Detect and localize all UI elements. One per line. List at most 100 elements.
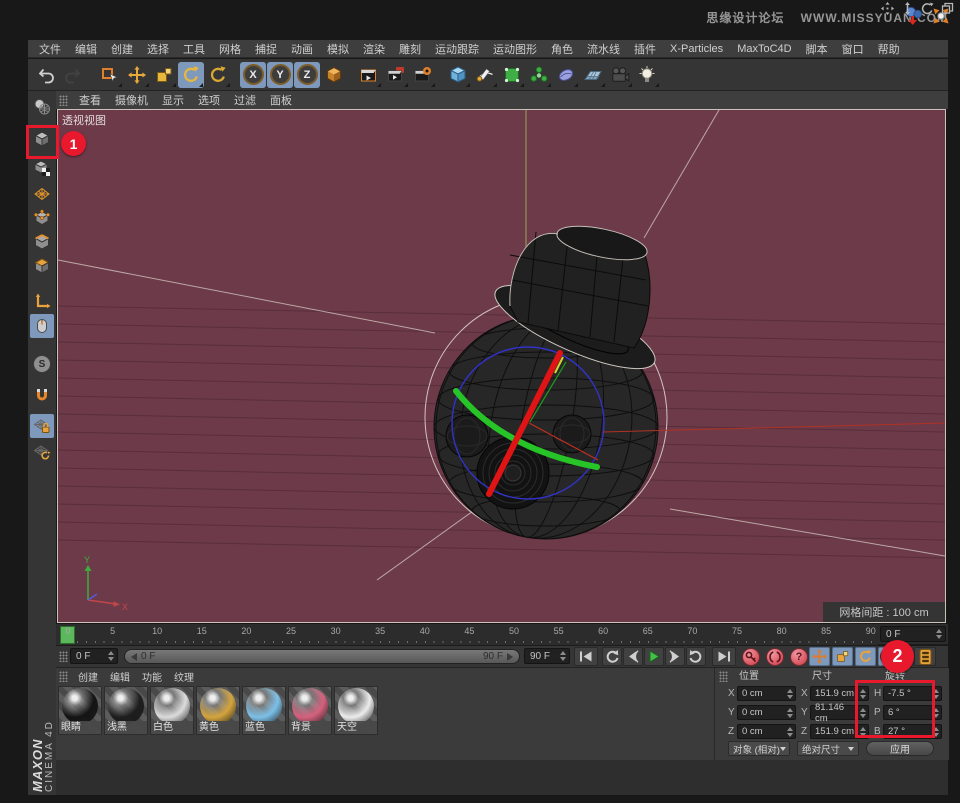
next-key-button[interactable] (665, 647, 685, 666)
cycle-backward-button[interactable] (602, 647, 622, 666)
menu-运动跟踪[interactable]: 运动跟踪 (428, 41, 486, 57)
keyframe-rotation-button[interactable] (855, 647, 876, 666)
points-mode-button[interactable] (30, 206, 54, 230)
menu-动画[interactable]: 动画 (284, 41, 320, 57)
coord-value-field[interactable]: 0 cm (737, 724, 796, 739)
menu-工具[interactable]: 工具 (176, 41, 212, 57)
viewport-mouse-mode-button[interactable] (30, 314, 54, 338)
material-menu-纹理[interactable]: 纹理 (168, 669, 200, 684)
camera-button[interactable] (607, 62, 633, 88)
menu-渲染[interactable]: 渲染 (356, 41, 392, 57)
panel-grip-icon[interactable] (59, 95, 68, 106)
cube-primitive-button[interactable] (445, 62, 471, 88)
pan-view-button[interactable] (881, 2, 894, 15)
axis-lock-x-button[interactable]: X (240, 62, 266, 88)
menu-编辑[interactable]: 编辑 (68, 41, 104, 57)
zoom-view-button[interactable] (901, 2, 914, 15)
viewport-menu-过滤[interactable]: 过滤 (227, 92, 263, 108)
cloner-button[interactable] (526, 62, 552, 88)
enable-snap-button[interactable]: S (30, 352, 54, 376)
rotate-tool-button[interactable] (178, 62, 204, 88)
menu-选择[interactable]: 选择 (140, 41, 176, 57)
material-天空[interactable]: 天空 (334, 686, 378, 735)
autokey-toggle-button[interactable] (764, 647, 786, 666)
orbit-view-button[interactable] (921, 2, 934, 15)
align-workplane-button[interactable] (30, 440, 54, 464)
apply-button[interactable]: 应用 (866, 741, 934, 756)
material-黄色[interactable]: 黄色 (196, 686, 240, 735)
viewport-menu-显示[interactable]: 显示 (155, 92, 191, 108)
menu-脚本[interactable]: 脚本 (799, 41, 835, 57)
workplane-mode-button[interactable] (30, 182, 54, 206)
object-axis-mode-button[interactable] (30, 290, 54, 314)
move-tool-button[interactable] (124, 62, 150, 88)
menu-创建[interactable]: 创建 (104, 41, 140, 57)
redo-button[interactable] (60, 62, 86, 88)
spline-pen-button[interactable] (472, 62, 498, 88)
material-白色[interactable]: 白色 (150, 686, 194, 735)
viewport-3d[interactable]: Y X 透视视图 网格间距 : 100 cm (57, 109, 946, 623)
render-picture-viewer-button[interactable] (383, 62, 409, 88)
subdivision-surface-button[interactable] (499, 62, 525, 88)
coordinate-mode-dropdown[interactable]: 对象 (相对) (728, 741, 790, 756)
viewport-menu-面板[interactable]: 面板 (263, 92, 299, 108)
last-used-tool-button[interactable] (205, 62, 231, 88)
stepper-icon[interactable] (784, 708, 793, 718)
go-to-start-button[interactable] (574, 647, 598, 666)
material-蓝色[interactable]: 蓝色 (242, 686, 286, 735)
maximize-view-button[interactable] (941, 2, 954, 15)
stepper-icon[interactable] (105, 651, 114, 661)
previous-key-button[interactable] (623, 647, 643, 666)
panel-grip-icon[interactable] (59, 671, 68, 682)
viewport-menu-选项[interactable]: 选项 (191, 92, 227, 108)
menu-文件[interactable]: 文件 (32, 41, 68, 57)
range-right-cap-icon[interactable] (507, 653, 513, 661)
axis-lock-z-button[interactable]: Z (294, 62, 320, 88)
menu-X-Particles[interactable]: X-Particles (663, 43, 730, 55)
render-view-button[interactable] (356, 62, 382, 88)
material-背景[interactable]: 背景 (288, 686, 332, 735)
axis-lock-y-button[interactable]: Y (267, 62, 293, 88)
current-frame-input[interactable]: 0 F (880, 626, 946, 642)
record-question-button[interactable]: ? (788, 647, 810, 666)
edges-mode-button[interactable] (30, 230, 54, 254)
size-mode-dropdown[interactable]: 绝对尺寸 (797, 741, 859, 756)
material-眼睛[interactable]: 眼睛 (58, 686, 102, 735)
menu-网格[interactable]: 网格 (212, 41, 248, 57)
stepper-icon[interactable] (933, 629, 942, 639)
menu-帮助[interactable]: 帮助 (871, 41, 907, 57)
material-menu-编辑[interactable]: 编辑 (104, 669, 136, 684)
material-浅黑[interactable]: 浅黑 (104, 686, 148, 735)
keyframe-selection-button[interactable] (914, 647, 936, 666)
viewport-menu-摄像机[interactable]: 摄像机 (108, 92, 155, 108)
coord-value-field[interactable]: 0 cm (737, 686, 796, 701)
menu-运动图形[interactable]: 运动图形 (486, 41, 544, 57)
texture-mode-button[interactable] (30, 156, 54, 180)
menu-MaxToC4D[interactable]: MaxToC4D (730, 43, 798, 55)
live-selection-button[interactable] (97, 62, 123, 88)
menu-窗口[interactable]: 窗口 (835, 41, 871, 57)
stepper-icon[interactable] (784, 727, 793, 737)
cycle-forward-button[interactable] (686, 647, 706, 666)
menu-模拟[interactable]: 模拟 (320, 41, 356, 57)
undo-button[interactable] (33, 62, 59, 88)
go-to-end-button[interactable] (712, 647, 736, 666)
menu-插件[interactable]: 插件 (627, 41, 663, 57)
keyframe-scale-button[interactable] (832, 647, 853, 666)
deformer-button[interactable] (553, 62, 579, 88)
lock-workplane-button[interactable] (30, 414, 54, 438)
record-keyframe-button[interactable] (740, 647, 762, 666)
render-settings-button[interactable] (410, 62, 436, 88)
menu-流水线[interactable]: 流水线 (580, 41, 627, 57)
menu-角色[interactable]: 角色 (544, 41, 580, 57)
coord-value-field[interactable]: 0 cm (737, 705, 796, 720)
material-menu-创建[interactable]: 创建 (72, 669, 104, 684)
floor-environment-button[interactable] (580, 62, 606, 88)
coordinate-system-button[interactable] (321, 62, 347, 88)
snap-settings-button[interactable] (30, 384, 54, 408)
range-left-cap-icon[interactable] (131, 653, 137, 661)
polygons-mode-button[interactable] (30, 254, 54, 278)
timeline-range-slider[interactable]: 0 F 90 F (124, 649, 520, 664)
timeline-ruler[interactable]: 051015202530354045505560657075808590 (56, 624, 878, 646)
play-button[interactable] (644, 647, 664, 666)
